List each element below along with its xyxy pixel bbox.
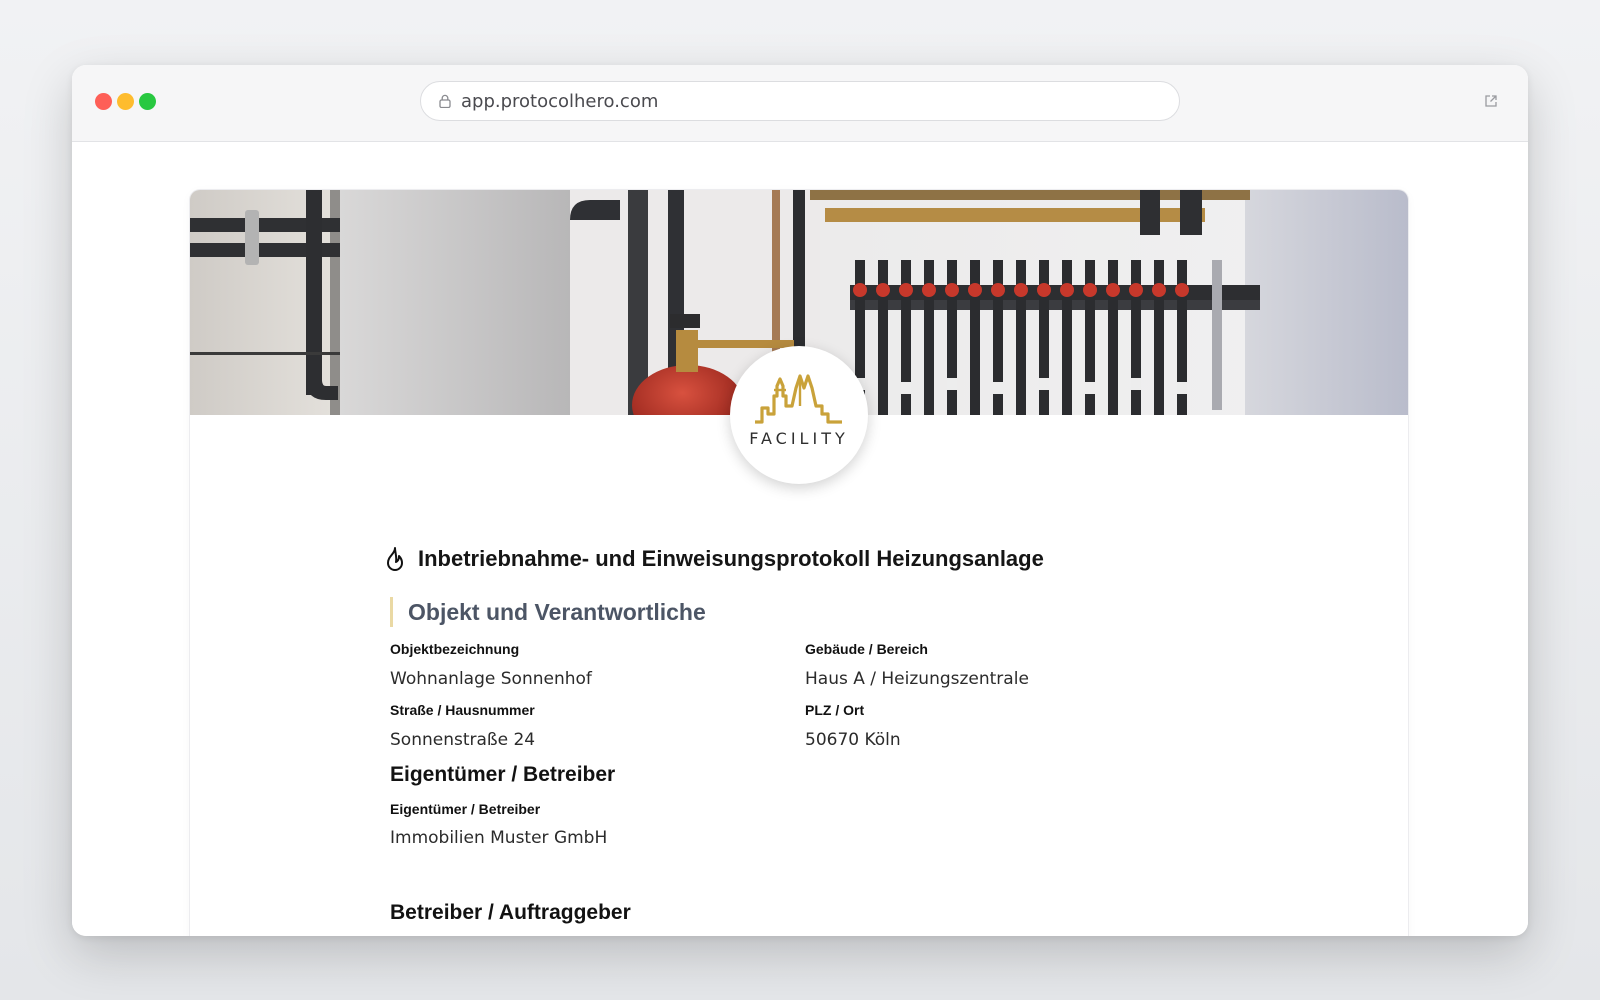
url-text: app.protocolhero.com <box>461 91 659 112</box>
owner-heading: Eigentümer / Betreiber <box>390 763 616 786</box>
section-title: Objekt und Verantwortliche <box>390 597 706 627</box>
city-skyline-logo-icon <box>755 374 842 424</box>
field-label-plz-ort: PLZ / Ort <box>805 702 865 718</box>
open-external-icon[interactable] <box>1484 94 1498 108</box>
field-value-strasse[interactable]: Sonnenstraße 24 <box>390 730 535 750</box>
minimize-window-button[interactable] <box>117 93 134 110</box>
maximize-window-button[interactable] <box>139 93 156 110</box>
field-label-objektbezeichnung: Objektbezeichnung <box>390 641 520 657</box>
browser-toolbar: app.protocolhero.com <box>72 65 1528 142</box>
page-title: Inbetriebnahme- und Einweisungsprotokoll… <box>418 546 1044 571</box>
close-window-button[interactable] <box>95 93 112 110</box>
flame-icon <box>387 547 403 571</box>
field-value-eigentuemer[interactable]: Immobilien Muster GmbH <box>390 828 607 848</box>
field-value-objektbezeichnung[interactable]: Wohnanlage Sonnenhof <box>390 669 592 689</box>
browser-window: app.protocolhero.com FACILITY Inbetriebn… <box>72 65 1528 936</box>
facility-logo: FACILITY <box>730 346 868 484</box>
field-label-eigentuemer: Eigentümer / Betreiber <box>390 801 541 817</box>
lock-icon <box>439 94 451 108</box>
logo-text: FACILITY <box>749 429 849 448</box>
protocol-card: FACILITY Inbetriebnahme- und Einweisungs… <box>190 190 1408 936</box>
field-label-strasse: Straße / Hausnummer <box>390 702 535 718</box>
field-label-gebaeude: Gebäude / Bereich <box>805 641 928 657</box>
field-value-plz-ort[interactable]: 50670 Köln <box>805 730 901 750</box>
field-value-gebaeude[interactable]: Haus A / Heizungszentrale <box>805 669 1029 689</box>
operator-heading: Betreiber / Auftraggeber <box>390 901 631 924</box>
page-content: FACILITY Inbetriebnahme- und Einweisungs… <box>72 142 1528 936</box>
address-bar[interactable]: app.protocolhero.com <box>420 81 1180 121</box>
